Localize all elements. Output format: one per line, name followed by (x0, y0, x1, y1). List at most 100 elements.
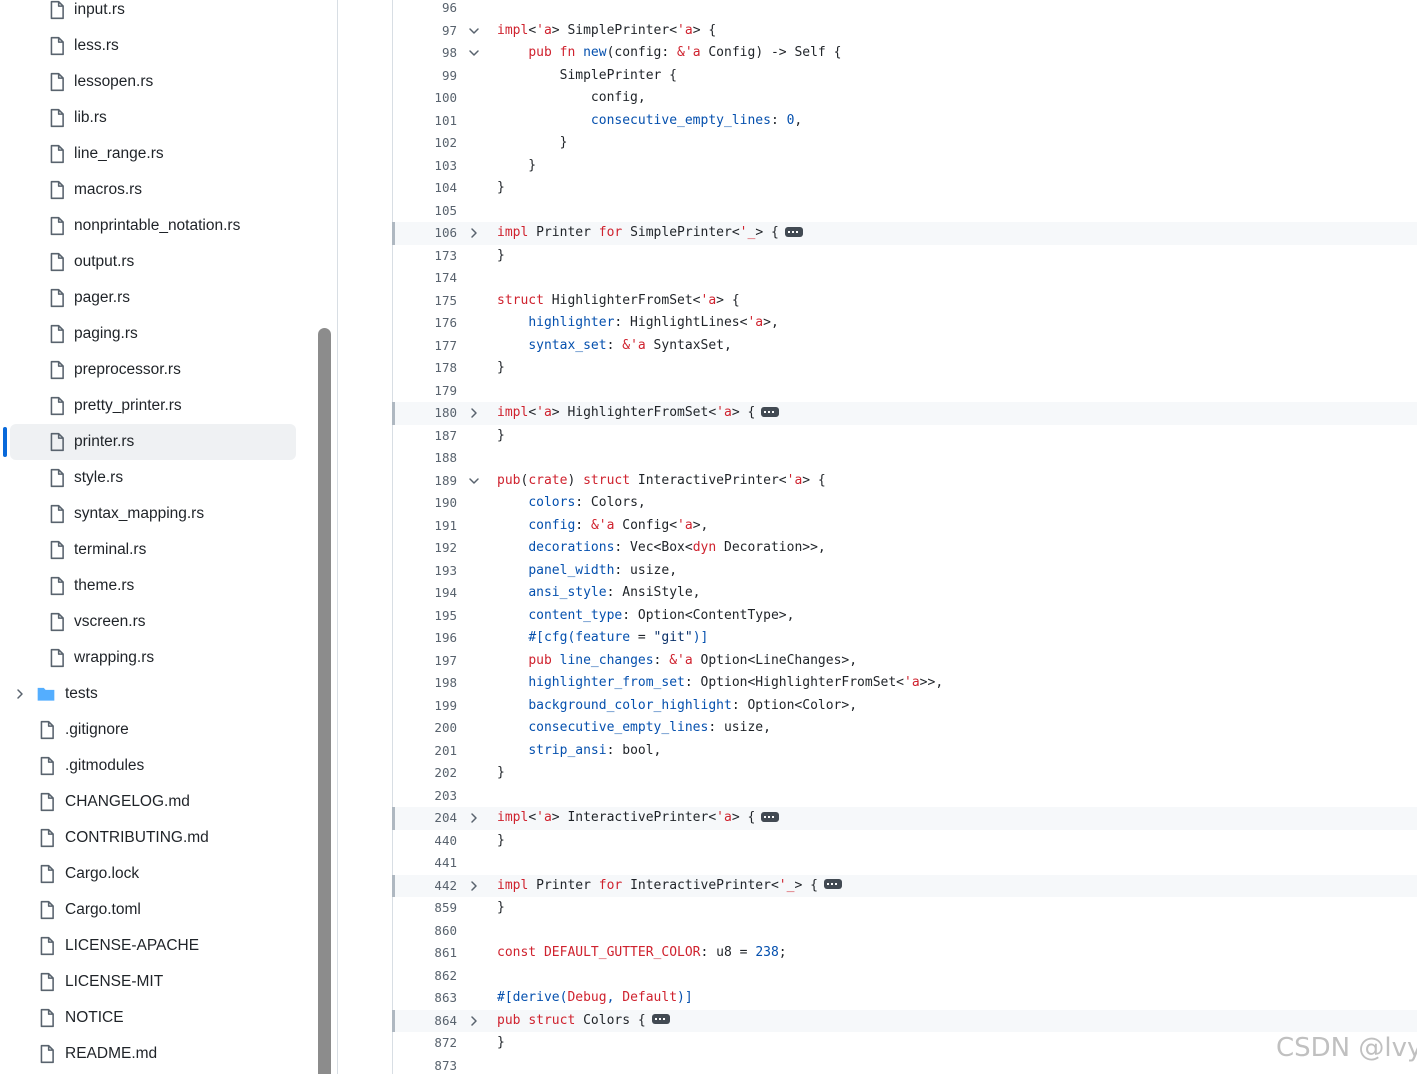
tree-file[interactable]: macros.rs (10, 172, 296, 208)
code-token: const (497, 945, 537, 960)
expand-ellipsis-icon[interactable] (784, 226, 803, 237)
line-number[interactable]: 180 (393, 404, 457, 422)
code-token: } (497, 180, 505, 195)
line-number[interactable]: 104 (393, 179, 457, 197)
expand-ellipsis-icon[interactable] (761, 406, 780, 417)
tree-file[interactable]: .gitignore (10, 712, 296, 748)
line-number[interactable]: 442 (393, 877, 457, 895)
tree-file[interactable]: syntax_mapping.rs (10, 496, 296, 532)
tree-file[interactable]: NOTICE (10, 1000, 296, 1036)
expand-ellipsis-icon[interactable] (761, 811, 780, 822)
tree-file[interactable]: LICENSE-APACHE (10, 928, 296, 964)
tree-file[interactable]: README.md (10, 1036, 296, 1072)
line-number[interactable]: 178 (393, 359, 457, 377)
line-number[interactable]: 860 (393, 922, 457, 940)
tree-file[interactable]: nonprintable_notation.rs (10, 208, 296, 244)
line-number[interactable]: 193 (393, 562, 457, 580)
line-number[interactable]: 194 (393, 584, 457, 602)
expand-ellipsis-icon[interactable] (823, 879, 842, 889)
tree-file[interactable]: input.rs (10, 0, 296, 28)
line-number[interactable]: 97 (393, 22, 457, 40)
line-number[interactable]: 187 (393, 427, 457, 445)
tree-file[interactable]: wrapping.rs (10, 640, 296, 676)
code-line: 179 (393, 380, 1417, 403)
tree-file[interactable]: less.rs (10, 28, 296, 64)
chevron-right-icon[interactable] (467, 1014, 481, 1028)
chevron-down-icon[interactable] (467, 46, 481, 60)
line-number[interactable]: 202 (393, 764, 457, 782)
line-number[interactable]: 175 (393, 292, 457, 310)
line-number[interactable]: 179 (393, 382, 457, 400)
line-number[interactable]: 177 (393, 337, 457, 355)
tree-file[interactable]: pager.rs (10, 280, 296, 316)
code-token: ansi_style (528, 585, 607, 600)
line-number[interactable]: 101 (393, 112, 457, 130)
sidebar-scrollbar[interactable] (318, 328, 331, 1074)
line-number[interactable]: 96 (393, 0, 457, 17)
line-number[interactable]: 195 (393, 607, 457, 625)
chevron-right-icon[interactable] (467, 879, 481, 893)
line-number[interactable]: 190 (393, 494, 457, 512)
line-number[interactable]: 192 (393, 539, 457, 557)
line-number[interactable]: 173 (393, 247, 457, 265)
line-number[interactable]: 862 (393, 967, 457, 985)
code-token: syntax_set (528, 337, 607, 353)
line-number[interactable]: 103 (393, 157, 457, 175)
line-number[interactable]: 440 (393, 832, 457, 850)
line-number[interactable]: 198 (393, 674, 457, 692)
line-number[interactable]: 859 (393, 899, 457, 917)
tree-file[interactable]: paging.rs (10, 316, 296, 352)
line-number[interactable]: 201 (393, 742, 457, 760)
line-number[interactable]: 191 (393, 517, 457, 535)
tree-file[interactable]: line_range.rs (10, 136, 296, 172)
tree-file[interactable]: printer.rs (10, 424, 296, 460)
line-number[interactable]: 203 (393, 787, 457, 805)
tree-file[interactable]: pretty_printer.rs (10, 388, 296, 424)
tree-file[interactable]: style.rs (10, 460, 296, 496)
line-number[interactable]: 176 (393, 314, 457, 332)
line-number[interactable]: 872 (393, 1034, 457, 1052)
line-number[interactable]: 196 (393, 629, 457, 647)
tree-file[interactable]: vscreen.rs (10, 604, 296, 640)
line-number[interactable]: 188 (393, 449, 457, 467)
chevron-right-icon[interactable] (467, 226, 481, 240)
line-number[interactable]: 199 (393, 697, 457, 715)
code-token: >>, (919, 675, 944, 690)
chevron-right-icon[interactable] (467, 811, 481, 825)
tree-file[interactable]: CONTRIBUTING.md (10, 820, 296, 856)
file-icon (48, 288, 66, 308)
tree-file[interactable]: output.rs (10, 244, 296, 280)
tree-file[interactable]: lib.rs (10, 100, 296, 136)
tree-folder[interactable]: tests (10, 676, 296, 712)
line-number[interactable]: 174 (393, 269, 457, 287)
line-number[interactable]: 204 (393, 809, 457, 827)
tree-file[interactable]: lessopen.rs (10, 64, 296, 100)
line-number[interactable]: 99 (393, 67, 457, 85)
line-number[interactable]: 200 (393, 719, 457, 737)
line-number[interactable]: 864 (393, 1012, 457, 1030)
line-number[interactable]: 105 (393, 202, 457, 220)
line-number[interactable]: 197 (393, 652, 457, 670)
tree-file[interactable]: Cargo.toml (10, 892, 296, 928)
chevron-down-icon[interactable] (467, 24, 481, 38)
tree-file[interactable]: terminal.rs (10, 532, 296, 568)
line-number[interactable]: 861 (393, 944, 457, 962)
tree-file[interactable]: preprocessor.rs (10, 352, 296, 388)
tree-file[interactable]: LICENSE-MIT (10, 964, 296, 1000)
line-number[interactable]: 863 (393, 989, 457, 1007)
chevron-down-icon[interactable] (467, 474, 481, 488)
tree-file[interactable]: .gitmodules (10, 748, 296, 784)
line-number[interactable]: 106 (393, 224, 457, 242)
tree-file[interactable]: CHANGELOG.md (10, 784, 296, 820)
line-number[interactable]: 98 (393, 44, 457, 62)
line-number[interactable]: 102 (393, 134, 457, 152)
tree-file[interactable]: theme.rs (10, 568, 296, 604)
tree-file[interactable]: Cargo.lock (10, 856, 296, 892)
line-number[interactable]: 189 (393, 472, 457, 490)
chevron-right-icon[interactable] (13, 687, 27, 701)
line-number[interactable]: 873 (393, 1057, 457, 1074)
line-number[interactable]: 100 (393, 89, 457, 107)
expand-ellipsis-icon[interactable] (651, 1014, 670, 1024)
line-number[interactable]: 441 (393, 854, 457, 872)
chevron-right-icon[interactable] (467, 406, 481, 420)
